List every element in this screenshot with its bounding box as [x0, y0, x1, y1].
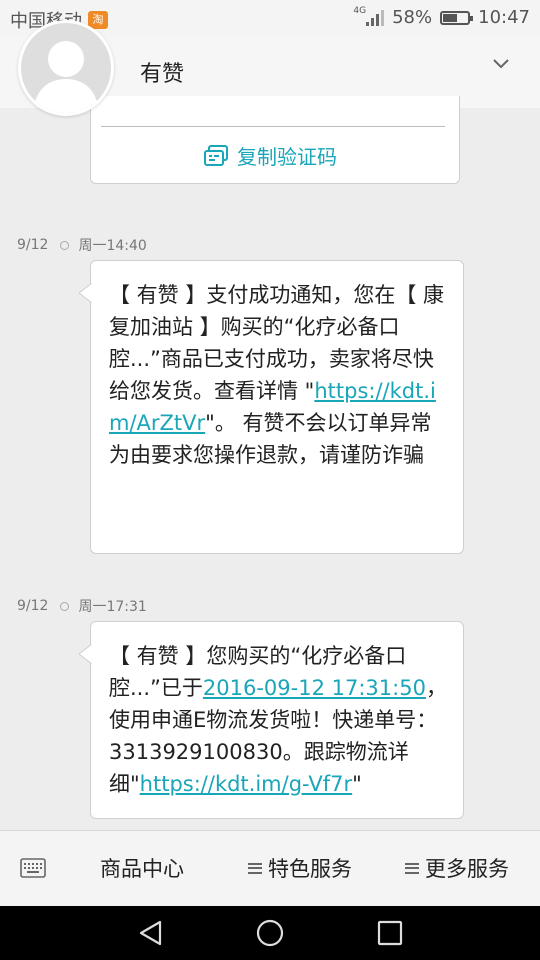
- navigation-bar: [0, 906, 540, 960]
- bubble-tail: [79, 283, 93, 304]
- menu-list-icon: [248, 862, 262, 874]
- message-text-segment: ": [352, 772, 362, 796]
- menu-item-label: 特色服务: [268, 857, 352, 881]
- home-icon[interactable]: [255, 918, 285, 948]
- timeline-dot-icon: [60, 240, 70, 250]
- message-text: 【 有赞 】您购买的“化疗必备口腔...”已于2016-09-12 17:31:…: [109, 640, 449, 800]
- message-timestamp: 9/12 周一17:31: [17, 596, 147, 616]
- message-time: 周一17:31: [78, 599, 147, 615]
- message-timestamp: 9/12 周一14:40: [17, 235, 147, 255]
- contact-name[interactable]: 有赞: [140, 56, 184, 88]
- copy-code-button[interactable]: 复制验证码: [203, 141, 337, 170]
- timeline-dot-icon: [60, 601, 70, 611]
- menu-list-icon: [405, 862, 419, 874]
- menu-item-featured-services[interactable]: 特色服务: [248, 853, 352, 883]
- message-time: 周一14:40: [78, 238, 147, 254]
- avatar[interactable]: [18, 20, 114, 116]
- default-avatar-icon: [33, 41, 99, 113]
- network-type: 4G: [353, 5, 367, 16]
- bubble-tail: [79, 644, 93, 665]
- message-date: 9/12: [17, 237, 49, 253]
- chevron-down-icon[interactable]: [492, 58, 510, 70]
- back-icon[interactable]: [136, 918, 166, 948]
- signal-icon: [366, 9, 385, 26]
- copy-code-label: 复制验证码: [237, 145, 337, 169]
- message-link[interactable]: 2016-09-12 17:31:50: [203, 676, 426, 700]
- message-bubble[interactable]: 【 有赞 】支付成功通知，您在【 康复加油站 】购买的“化疗必备口腔...”商品…: [79, 260, 464, 554]
- menu-item-label: 更多服务: [425, 857, 509, 881]
- battery-icon: [440, 10, 474, 25]
- message-bubble[interactable]: 【 有赞 】您购买的“化疗必备口腔...”已于2016-09-12 17:31:…: [79, 621, 464, 819]
- copy-code-icon: [204, 144, 228, 166]
- service-menu-bar: 商品中心 特色服务 更多服务: [0, 830, 540, 906]
- menu-item-more-services[interactable]: 更多服务: [405, 853, 509, 883]
- message-text: 【 有赞 】支付成功通知，您在【 康复加油站 】购买的“化疗必备口腔...”商品…: [109, 279, 449, 471]
- menu-item-product-center[interactable]: 商品中心: [100, 853, 184, 883]
- message-link[interactable]: https://kdt.im/g-Vf7r: [140, 772, 352, 796]
- clock: 10:47: [478, 7, 530, 28]
- previous-message-bubble: 复制验证码: [90, 96, 460, 184]
- keyboard-icon[interactable]: [20, 857, 46, 879]
- battery-percent: 58%: [392, 7, 433, 28]
- menu-item-label: 商品中心: [100, 857, 184, 881]
- divider: [101, 126, 445, 127]
- recents-icon[interactable]: [375, 918, 405, 948]
- message-date: 9/12: [17, 598, 49, 614]
